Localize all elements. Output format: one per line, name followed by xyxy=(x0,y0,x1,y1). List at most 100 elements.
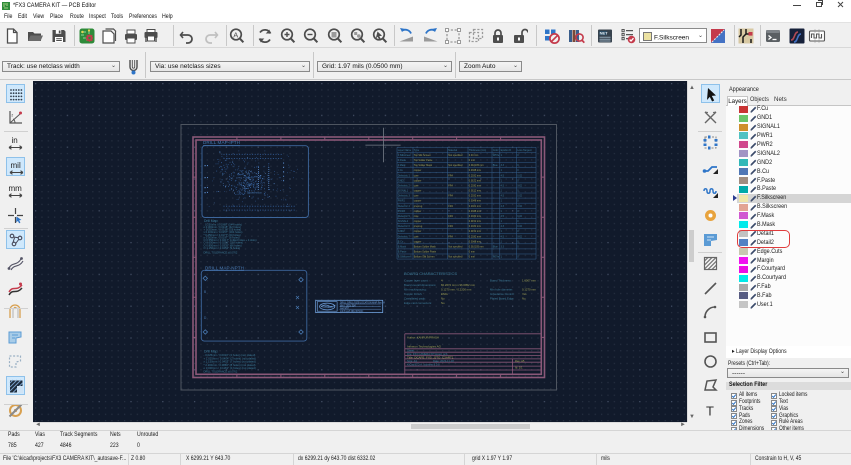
svg-text:core: core xyxy=(414,235,419,238)
svg-text:DRILL MAP-IPTH: DRILL MAP-IPTH xyxy=(203,140,240,145)
svg-text:O 1.150mm / 0.0453" (9 holes): O 1.150mm / 0.0453" (9 holes) xyxy=(204,246,241,250)
svg-text:copper: copper xyxy=(414,169,422,172)
svg-text:FR4: FR4 xyxy=(448,225,453,228)
svg-text:0.0348 mm: 0.0348 mm xyxy=(469,200,481,203)
svg-text:Drill Map:: Drill Map: xyxy=(204,219,218,223)
svg-text:0.1270 mm / 0.2200 mm: 0.1270 mm / 0.2200 mm xyxy=(441,287,472,291)
svg-text:Not specified: Not specified xyxy=(448,164,463,167)
svg-text:Date: 2023-11-18: Date: 2023-11-18 xyxy=(433,359,454,363)
svg-text:0 mm: 0 mm xyxy=(469,256,475,259)
svg-text:F.Silkscreen: F.Silkscreen xyxy=(398,154,412,157)
svg-text:Color: Color xyxy=(493,149,499,152)
svg-text:0.02: 0.02 xyxy=(517,225,522,228)
svg-text:Size: A3: Size: A3 xyxy=(407,359,417,363)
svg-text:T: T xyxy=(706,404,714,419)
svg-text:mm: mm xyxy=(9,184,23,193)
svg-text:Epsilon R: Epsilon R xyxy=(501,149,512,152)
svg-text:W5Ye: W5Ye xyxy=(493,256,500,259)
svg-text:DRILL TOLERANCE:±0.0762: DRILL TOLERANCE:±0.0762 xyxy=(204,369,238,373)
svg-text:0.2032 mm: 0.2032 mm xyxy=(469,225,481,228)
svg-text:Board overall dimensions:: Board overall dimensions: xyxy=(404,283,436,287)
svg-text:copper: copper xyxy=(414,240,422,243)
svg-text:Not specified: Not specified xyxy=(448,245,463,248)
svg-text:core: core xyxy=(414,185,419,188)
svg-text:0.02: 0.02 xyxy=(517,195,522,198)
svg-text:0.010105 mm: 0.010105 mm xyxy=(469,164,484,167)
svg-text:core: core xyxy=(414,215,419,218)
svg-text:0.2032 mm: 0.2032 mm xyxy=(469,215,481,218)
svg-text:Title: DCAFE_FX3_JJTO_C3ART1: Title: DCAFE_FX3_JJTO_C3ART1 xyxy=(407,355,454,359)
svg-text:Blue: Blue xyxy=(493,245,499,248)
svg-text:0.02: 0.02 xyxy=(517,205,522,208)
svg-text:0.2032 mm: 0.2032 mm xyxy=(469,185,481,188)
svg-text:DRILL DRILL/SIZE/LOCATION MAP: DRILL DRILL/SIZE/LOCATION MAP Rev *A xyxy=(340,301,385,304)
svg-text:0.1270 mm: 0.1270 mm xyxy=(522,287,537,291)
svg-text:FR4: FR4 xyxy=(448,205,453,208)
svg-text:0.0152 mm: 0.0152 mm xyxy=(469,230,481,233)
svg-text:0.04 mm: 0.04 mm xyxy=(469,154,478,157)
svg-text:DRILL MAP-NPTH: DRILL MAP-NPTH xyxy=(205,266,244,271)
svg-text:Dielectric 5: Dielectric 5 xyxy=(398,215,411,218)
svg-text:0.02: 0.02 xyxy=(517,174,522,177)
svg-text:B: B xyxy=(204,290,206,294)
svg-text:Infineon Technologies AG: Infineon Technologies AG xyxy=(407,345,442,349)
svg-text:Not specified: Not specified xyxy=(448,154,463,157)
svg-text:PWR1: PWR1 xyxy=(398,200,406,203)
svg-text:B.Silkscreen: B.Silkscreen xyxy=(398,256,412,259)
svg-text:Board Thickness:: Board Thickness: xyxy=(490,279,512,283)
svg-text:F.Paste: F.Paste xyxy=(398,159,407,162)
svg-text:82.2672 mm x 96.6952 mm: 82.2672 mm x 96.6952 mm xyxy=(441,283,476,287)
svg-text:copper: copper xyxy=(414,210,422,213)
svg-text:0.02: 0.02 xyxy=(517,185,522,188)
svg-text:0.2021 mm: 0.2021 mm xyxy=(469,205,481,208)
svg-text:Dielectric 3: Dielectric 3 xyxy=(398,195,411,198)
svg-text:B.Paste: B.Paste xyxy=(398,251,407,254)
svg-text:FR4: FR4 xyxy=(448,185,453,188)
svg-text:0.02: 0.02 xyxy=(517,215,522,218)
svg-text:prepreg: prepreg xyxy=(414,225,423,228)
svg-text:SIGNAL1: SIGNAL1 xyxy=(398,190,409,193)
svg-text:W5Ye: W5Ye xyxy=(493,154,500,157)
svg-text:copper: copper xyxy=(414,230,422,233)
svg-text:FR4: FR4 xyxy=(448,195,453,198)
svg-text:SIGNAL2: SIGNAL2 xyxy=(398,220,409,223)
svg-text:KiCad E.D.A. pcbnew 8.0.8: KiCad E.D.A. pcbnew 8.0.8 xyxy=(407,363,440,367)
svg-text:B.Cu: B.Cu xyxy=(398,240,404,243)
svg-text:DRILL TOLERANCE:±0.0762: DRILL TOLERANCE:±0.0762 xyxy=(204,250,238,254)
svg-text:Dielectric 2: Dielectric 2 xyxy=(398,185,411,188)
svg-text:0 mm: 0 mm xyxy=(469,251,475,254)
svg-text:No: No xyxy=(441,296,445,300)
svg-text:Material: Material xyxy=(448,149,457,152)
svg-text:BOARD CHARACTERISTICS: BOARD CHARACTERISTICS xyxy=(404,271,457,276)
svg-text:B.Mask: B.Mask xyxy=(398,245,407,248)
svg-text:Top Solder Paste: Top Solder Paste xyxy=(414,159,433,162)
svg-text:No: No xyxy=(441,301,445,305)
svg-text:Dielectric 1: Dielectric 1 xyxy=(398,174,411,177)
svg-text:0.010105 mm: 0.010105 mm xyxy=(469,245,484,248)
svg-text:copper: copper xyxy=(414,220,422,223)
svg-text:Id: 1/1: Id: 1/1 xyxy=(515,366,523,370)
svg-text:Castellated pads:: Castellated pads: xyxy=(404,296,426,300)
svg-text:0.0152 mm: 0.0152 mm xyxy=(469,179,481,182)
svg-text:Loss Tangent: Loss Tangent xyxy=(517,149,532,152)
svg-text:Dielectric 7: Dielectric 7 xyxy=(398,235,411,238)
svg-text:prepreg: prepreg xyxy=(414,205,423,208)
svg-text:FR4: FR4 xyxy=(448,235,453,238)
svg-text:Edge card connectors:: Edge card connectors: xyxy=(404,301,432,305)
svg-text:GND1: GND1 xyxy=(398,179,405,182)
svg-text:mil: mil xyxy=(11,161,21,170)
svg-text:cad 9/97: cad 9/97 xyxy=(340,308,350,310)
svg-text:ENIG: ENIG xyxy=(441,292,448,296)
svg-text:0.02: 0.02 xyxy=(517,235,522,238)
svg-text:0.0348 mm: 0.0348 mm xyxy=(469,210,481,213)
svg-text:Dielectric 4: Dielectric 4 xyxy=(398,205,411,208)
svg-text:in: in xyxy=(12,136,18,145)
svg-text:F.Cu: F.Cu xyxy=(398,169,404,172)
svg-text:jji: jji xyxy=(221,172,224,176)
svg-text:Min track/spacing:: Min track/spacing: xyxy=(404,287,427,291)
svg-text:r: r xyxy=(12,113,14,119)
svg-text:0.0152 mm: 0.0152 mm xyxy=(469,190,481,193)
svg-text:Copper Finish:: Copper Finish: xyxy=(404,292,422,296)
svg-text:Sheet:: Sheet: xyxy=(407,349,415,353)
svg-text:Thickness (mm): Thickness (mm) xyxy=(469,149,487,152)
